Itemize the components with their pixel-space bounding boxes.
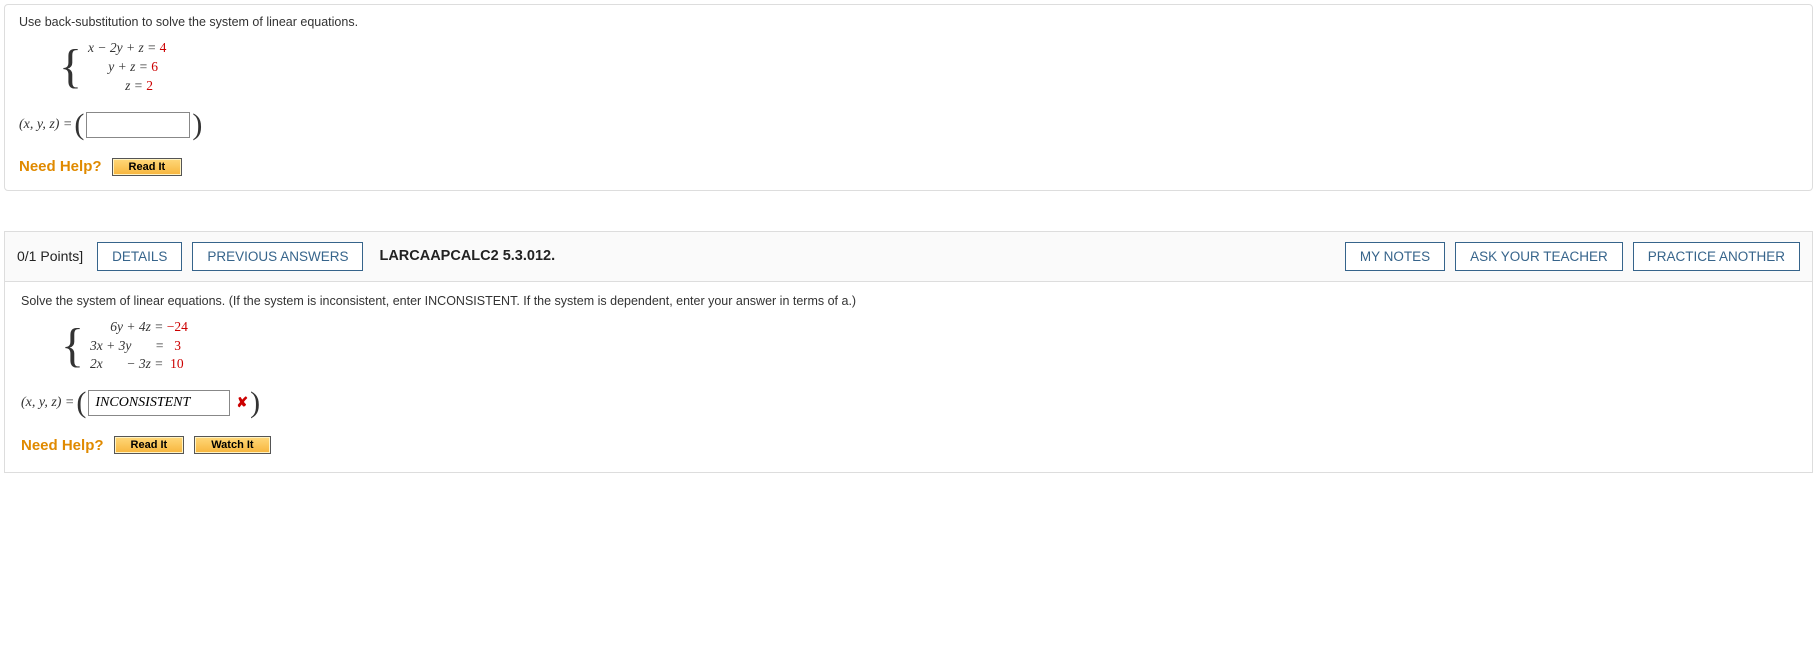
eq3-lhs: z =	[125, 78, 146, 93]
left-paren-icon: (	[74, 110, 84, 140]
question-reference: LARCAAPCALC2 5.3.012.	[373, 248, 555, 264]
equation-system: { x − 2y + z = 4 y + z = 6 z = 2	[59, 39, 166, 96]
answer-input[interactable]	[88, 390, 230, 416]
eq1-rhs: 4	[160, 40, 167, 55]
need-help-label: Need Help?	[21, 437, 104, 454]
equations: 6y + 4z = −24 3x + 3y = 3 2x − 3z = 10	[90, 318, 188, 375]
left-brace-icon: {	[59, 43, 82, 91]
answer-input[interactable]	[86, 112, 190, 138]
eq3-rhs: 10	[170, 356, 184, 371]
question-2-panel: 0/1 Points] DETAILS PREVIOUS ANSWERS LAR…	[4, 231, 1813, 474]
instruction-text: Use back-substitution to solve the syste…	[19, 15, 1798, 29]
answer-label: (x, y, z) =	[19, 117, 72, 133]
left-paren-icon: (	[76, 388, 86, 418]
watch-it-button[interactable]: Watch It	[194, 436, 270, 454]
points-label: 0/1 Points]	[17, 248, 87, 264]
instruction-text: Solve the system of linear equations. (I…	[21, 294, 1796, 308]
help-row: Need Help? Read It	[19, 158, 1798, 176]
right-paren-icon: )	[192, 110, 202, 140]
left-brace-icon: {	[61, 322, 84, 370]
help-row: Need Help? Read It Watch It	[21, 436, 1796, 454]
ask-your-teacher-button[interactable]: ASK YOUR TEACHER	[1455, 242, 1623, 271]
previous-answers-button[interactable]: PREVIOUS ANSWERS	[192, 242, 363, 271]
read-it-button[interactable]: Read It	[112, 158, 183, 176]
wrong-icon: ✘	[236, 395, 248, 412]
answer-label: (x, y, z) =	[21, 395, 74, 411]
eq2-lhs: y + z =	[108, 59, 151, 74]
question-body: Solve the system of linear equations. (I…	[5, 282, 1812, 473]
eq3-rhs: 2	[146, 78, 153, 93]
equation-system: { 6y + 4z = −24 3x + 3y = 3 2x − 3z = 10	[61, 318, 188, 375]
need-help-label: Need Help?	[19, 158, 102, 175]
answer-line: (x, y, z) = ( ✘ )	[21, 388, 1796, 418]
answer-line: (x, y, z) = ( )	[19, 110, 1798, 140]
eq3-lhs: 2x − 3z =	[90, 356, 170, 371]
details-button[interactable]: DETAILS	[97, 242, 182, 271]
question-1-panel: Use back-substitution to solve the syste…	[4, 4, 1813, 191]
right-paren-icon: )	[250, 388, 260, 418]
eq2-rhs: 3	[174, 338, 181, 353]
eq1-lhs: x − 2y + z =	[88, 40, 160, 55]
eq1-lhs: 6y + 4z =	[90, 319, 167, 334]
eq2-rhs: 6	[151, 59, 158, 74]
question-header: 0/1 Points] DETAILS PREVIOUS ANSWERS LAR…	[5, 232, 1812, 282]
equations: x − 2y + z = 4 y + z = 6 z = 2	[88, 39, 166, 96]
eq1-rhs: −24	[167, 319, 188, 334]
eq2-lhs: 3x + 3y =	[90, 338, 174, 353]
my-notes-button[interactable]: MY NOTES	[1345, 242, 1445, 271]
practice-another-button[interactable]: PRACTICE ANOTHER	[1633, 242, 1800, 271]
read-it-button[interactable]: Read It	[114, 436, 185, 454]
